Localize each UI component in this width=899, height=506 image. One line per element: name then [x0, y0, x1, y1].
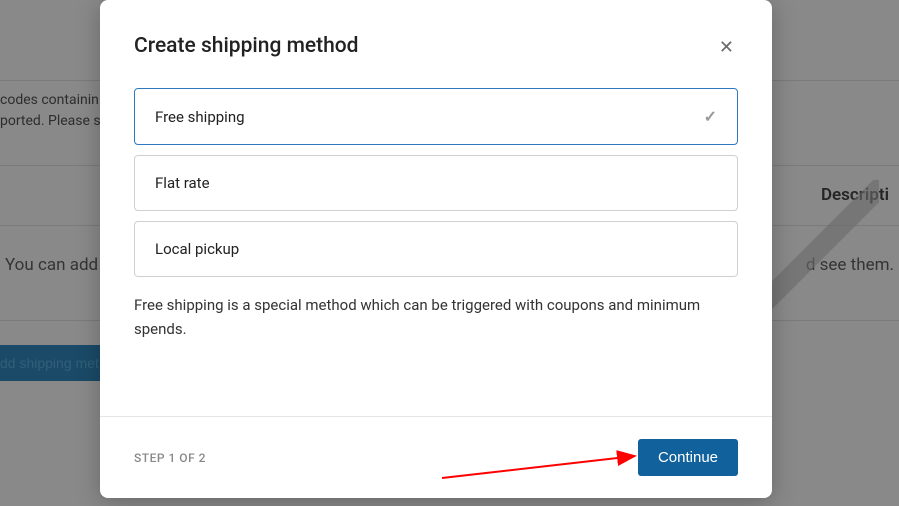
- create-shipping-method-modal: Create shipping method ✕ Free shipping ✓…: [100, 0, 772, 498]
- close-icon: ✕: [719, 37, 734, 57]
- option-label: Flat rate: [155, 174, 210, 192]
- modal-body: Free shipping ✓ Flat rate Local pickup F…: [100, 60, 772, 416]
- option-flat-rate[interactable]: Flat rate: [134, 155, 738, 211]
- modal-footer: STEP 1 OF 2 Continue: [100, 416, 772, 498]
- check-icon: ✓: [704, 107, 717, 126]
- option-label: Local pickup: [155, 240, 239, 258]
- modal-title: Create shipping method: [134, 34, 359, 58]
- close-button[interactable]: ✕: [715, 34, 738, 60]
- step-indicator: STEP 1 OF 2: [134, 451, 206, 465]
- option-local-pickup[interactable]: Local pickup: [134, 221, 738, 277]
- option-label: Free shipping: [155, 108, 245, 126]
- modal-header: Create shipping method ✕: [100, 0, 772, 60]
- option-description: Free shipping is a special method which …: [134, 293, 738, 341]
- option-free-shipping[interactable]: Free shipping ✓: [134, 88, 738, 145]
- continue-button[interactable]: Continue: [638, 439, 738, 476]
